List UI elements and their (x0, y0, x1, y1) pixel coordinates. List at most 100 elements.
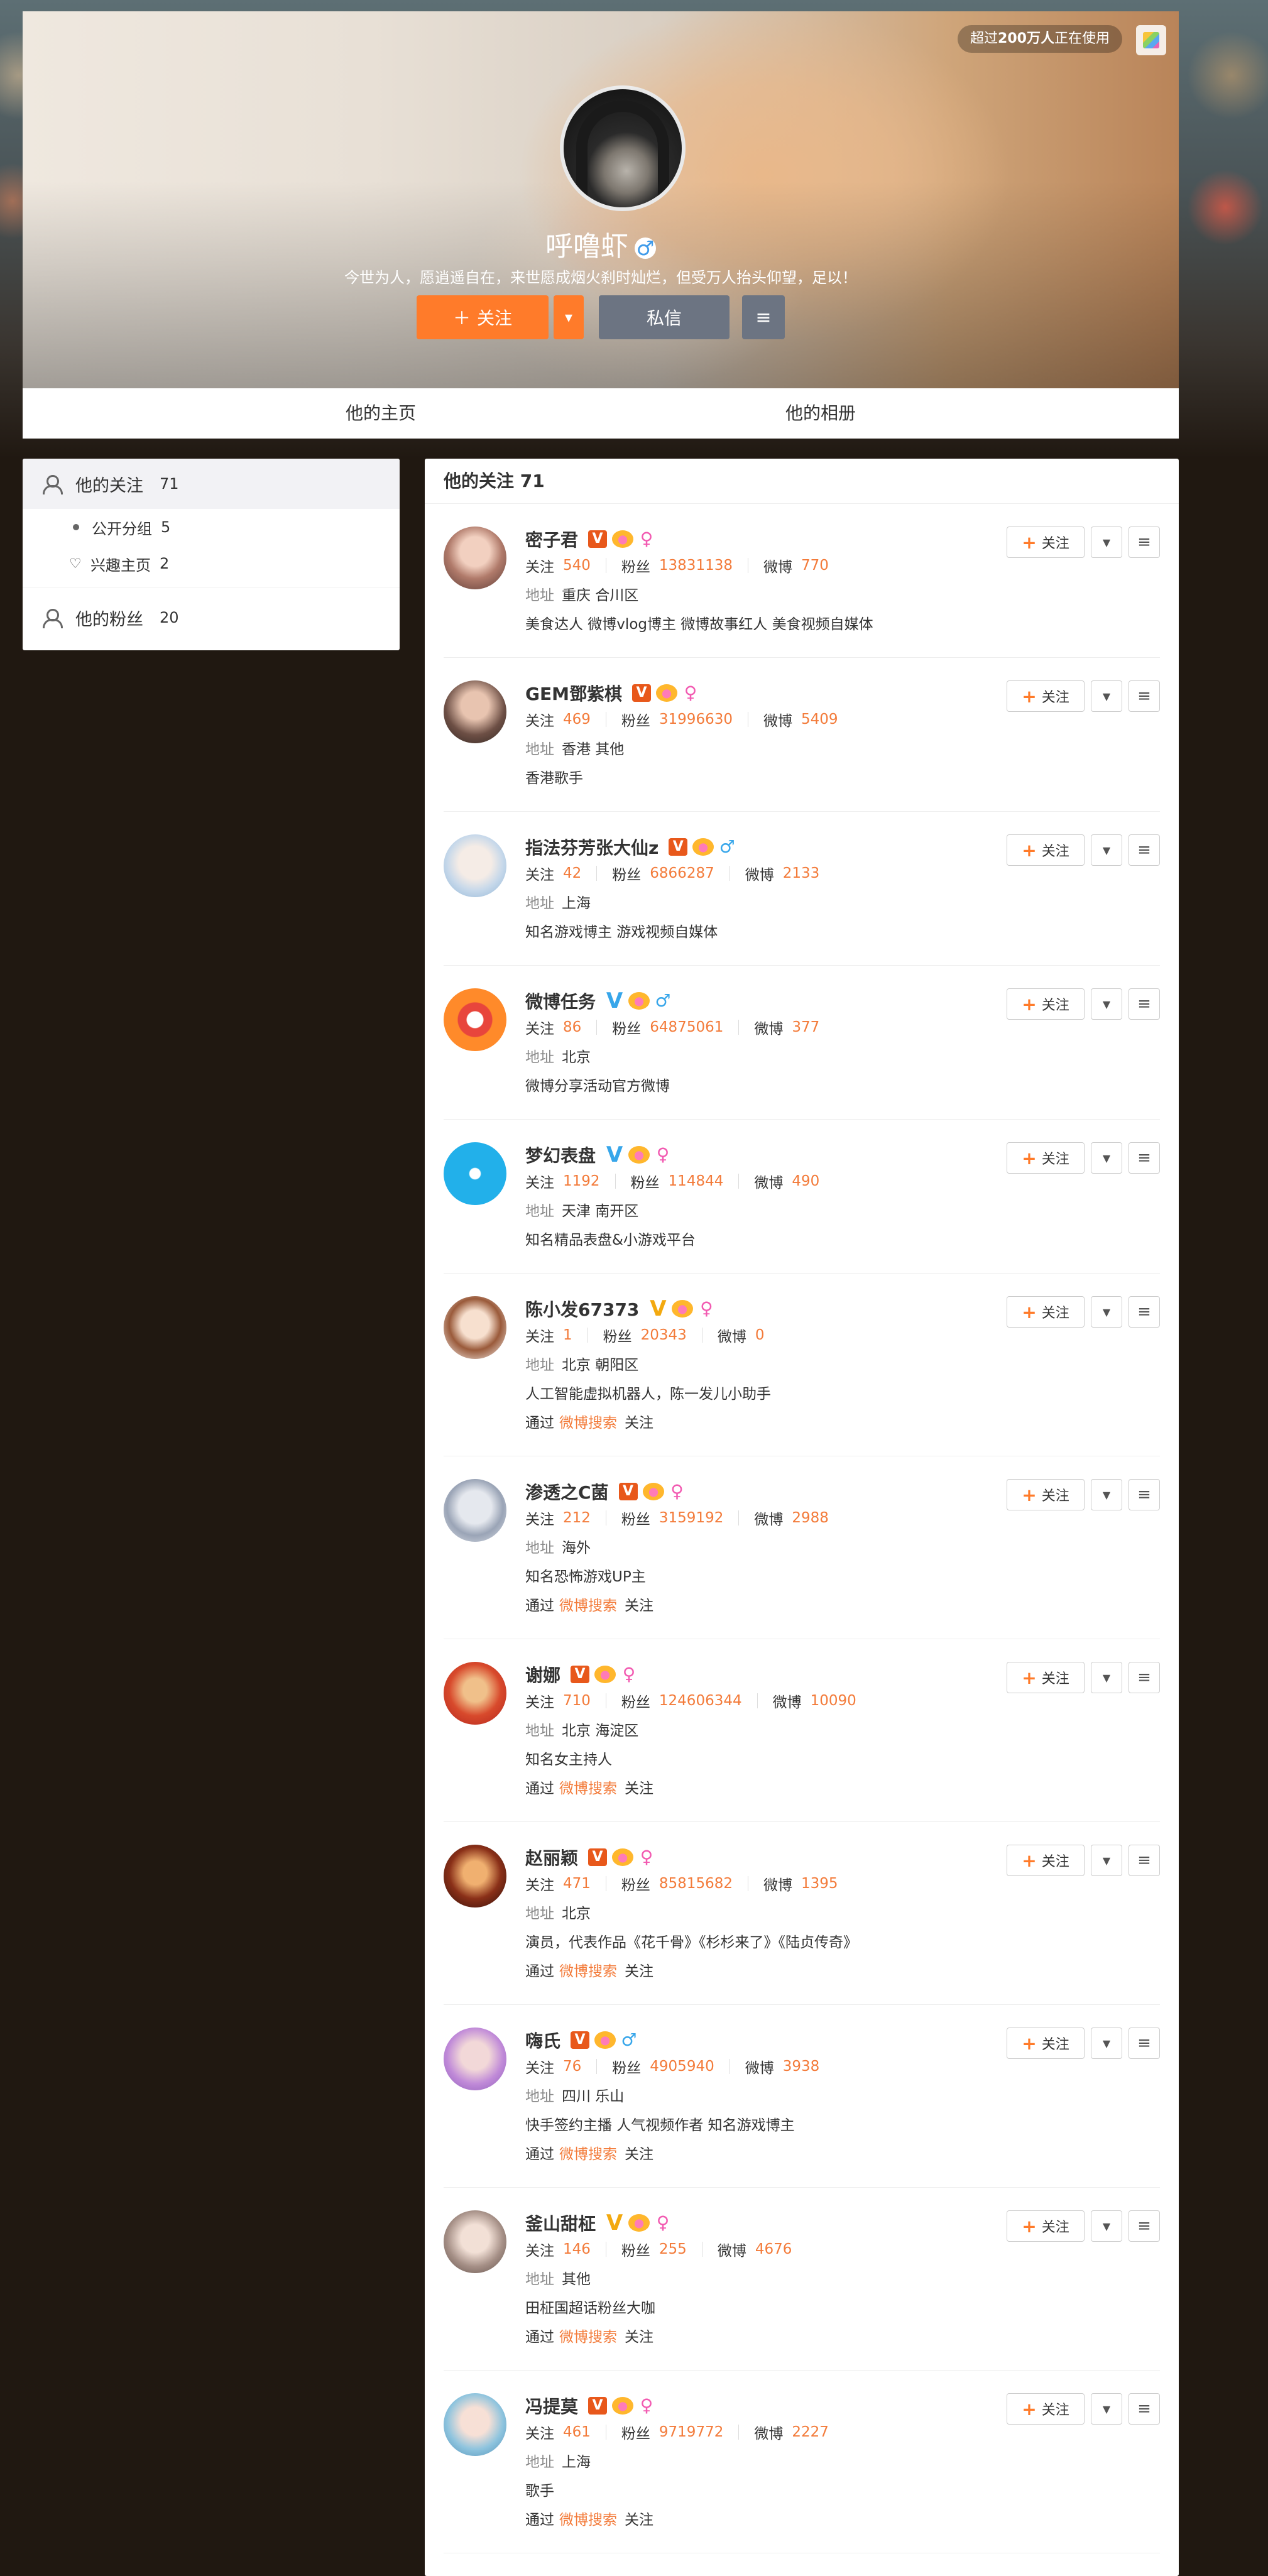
following-count[interactable]: 540 (563, 557, 591, 574)
more-button[interactable]: ≡ (1129, 1662, 1160, 1693)
follow-dropdown-button[interactable]: ▼ (1091, 1479, 1122, 1510)
fans-count[interactable]: 6866287 (650, 865, 714, 881)
follow-dropdown-button[interactable]: ▼ (1091, 2028, 1122, 2059)
more-button[interactable]: ≡ (1129, 988, 1160, 1020)
following-count[interactable]: 471 (563, 1875, 591, 1892)
via-link[interactable]: 微博搜索 (559, 2325, 617, 2346)
follow-dropdown-button[interactable]: ▼ (1091, 1845, 1122, 1876)
avatar[interactable] (444, 1662, 506, 1725)
follow-button[interactable]: + 关注 (1007, 680, 1085, 712)
avatar[interactable] (444, 1142, 506, 1205)
follow-button[interactable]: + 关注 (1007, 1296, 1085, 1328)
weibo-count[interactable]: 2988 (792, 1510, 829, 1526)
tab-album[interactable]: 他的相册 (601, 388, 1179, 439)
fans-count[interactable]: 20343 (641, 1327, 687, 1343)
more-button[interactable]: ≡ (1129, 527, 1160, 558)
more-button[interactable]: ≡ (1129, 1845, 1160, 1876)
user-name-link[interactable]: 密子君 (525, 527, 578, 552)
user-name-link[interactable]: 釜山甜柾 (525, 2210, 596, 2235)
usage-badge[interactable]: 超过200万人正在使用 (958, 25, 1122, 53)
following-count[interactable]: 146 (563, 2241, 591, 2257)
user-name-link[interactable]: 微博任务 (525, 988, 596, 1013)
weibo-count[interactable]: 377 (792, 1019, 819, 1035)
more-button[interactable]: ≡ (1129, 1296, 1160, 1328)
follow-dropdown-button[interactable]: ▼ (1091, 527, 1122, 558)
sidebar-item-fans[interactable]: 他的粉丝 20 (23, 592, 400, 643)
more-button[interactable]: ≡ (1129, 680, 1160, 712)
more-button[interactable]: ≡ (1129, 834, 1160, 866)
follow-button[interactable]: + 关注 (1007, 2028, 1085, 2059)
follow-dropdown-button[interactable]: ▼ (1091, 1662, 1122, 1693)
via-link[interactable]: 微博搜索 (559, 1411, 617, 1432)
via-link[interactable]: 微博搜索 (559, 2142, 617, 2163)
user-name-link[interactable]: 指法芬芳张大仙z (525, 834, 659, 860)
follow-button[interactable]: ＋关注 (417, 295, 549, 339)
message-button[interactable]: 私信 (599, 295, 730, 339)
fans-count[interactable]: 85815682 (659, 1875, 733, 1892)
user-name-link[interactable]: GEM鄧紫棋 (525, 680, 622, 706)
weibo-count[interactable]: 2227 (792, 2424, 829, 2440)
sidebar-item-following[interactable]: 他的关注 71 (23, 459, 400, 509)
follow-dropdown-button[interactable]: ▼ (1091, 680, 1122, 712)
tab-home[interactable]: 他的主页 (23, 388, 601, 439)
more-button[interactable]: ≡ (742, 295, 785, 339)
weibo-count[interactable]: 0 (755, 1327, 765, 1343)
follow-button[interactable]: + 关注 (1007, 527, 1085, 558)
user-name-link[interactable]: 赵丽颖 (525, 1845, 578, 1870)
weibo-count[interactable]: 490 (792, 1173, 819, 1189)
fans-count[interactable]: 3159192 (659, 1510, 723, 1526)
fans-count[interactable]: 124606344 (659, 1693, 742, 1709)
weibo-count[interactable]: 2133 (783, 865, 820, 881)
follow-button[interactable]: + 关注 (1007, 1142, 1085, 1174)
avatar[interactable] (444, 1296, 506, 1359)
follow-button[interactable]: + 关注 (1007, 988, 1085, 1020)
avatar[interactable] (444, 2393, 506, 2456)
user-name-link[interactable]: 梦幻表盘 (525, 1142, 596, 1167)
fans-count[interactable]: 4905940 (650, 2058, 714, 2075)
fans-count[interactable]: 114844 (669, 1173, 724, 1189)
follow-button[interactable]: + 关注 (1007, 834, 1085, 866)
user-name-link[interactable]: 嗨氏 (525, 2028, 560, 2053)
fans-count[interactable]: 31996630 (659, 711, 733, 728)
follow-button[interactable]: + 关注 (1007, 2393, 1085, 2425)
fans-count[interactable]: 64875061 (650, 1019, 723, 1035)
following-count[interactable]: 710 (563, 1693, 591, 1709)
user-name-link[interactable]: 陈小发67373 (525, 1296, 639, 1321)
follow-dropdown-button[interactable]: ▼ (1091, 1296, 1122, 1328)
user-name-link[interactable]: 冯提莫 (525, 2393, 578, 2418)
weibo-count[interactable]: 4676 (755, 2241, 792, 2257)
more-button[interactable]: ≡ (1129, 2028, 1160, 2059)
follow-dropdown-button[interactable]: ▼ (1091, 834, 1122, 866)
avatar[interactable] (444, 2210, 506, 2273)
weibo-count[interactable]: 5409 (801, 711, 838, 728)
weibo-count[interactable]: 770 (801, 557, 829, 574)
more-button[interactable]: ≡ (1129, 1142, 1160, 1174)
avatar[interactable] (444, 988, 506, 1051)
via-link[interactable]: 微博搜索 (559, 2508, 617, 2529)
sidebar-item-public-group[interactable]: 公开分组 5 (23, 509, 400, 545)
avatar[interactable] (444, 527, 506, 589)
weibo-count[interactable]: 10090 (811, 1693, 856, 1709)
follow-dropdown-button[interactable]: ▼ (1091, 2393, 1122, 2425)
profile-avatar[interactable] (560, 85, 686, 211)
follow-dropdown-button[interactable]: ▼ (1091, 988, 1122, 1020)
following-count[interactable]: 469 (563, 711, 591, 728)
follow-dropdown-button[interactable]: ▼ (1091, 2210, 1122, 2242)
avatar[interactable] (444, 680, 506, 743)
follow-button[interactable]: + 关注 (1007, 1662, 1085, 1693)
avatar[interactable] (444, 1479, 506, 1542)
avatar[interactable] (444, 2028, 506, 2090)
via-link[interactable]: 微博搜索 (559, 1593, 617, 1615)
user-name-link[interactable]: 谢娜 (525, 1662, 560, 1687)
more-button[interactable]: ≡ (1129, 2210, 1160, 2242)
follow-button[interactable]: + 关注 (1007, 2210, 1085, 2242)
fans-count[interactable]: 13831138 (659, 557, 733, 574)
weibo-count[interactable]: 3938 (783, 2058, 820, 2075)
follow-dropdown-button[interactable]: ▾ (554, 295, 584, 339)
fans-count[interactable]: 9719772 (659, 2424, 723, 2440)
more-button[interactable]: ≡ (1129, 2393, 1160, 2425)
follow-button[interactable]: + 关注 (1007, 1479, 1085, 1510)
following-count[interactable]: 42 (563, 865, 581, 881)
via-link[interactable]: 微博搜索 (559, 1959, 617, 1980)
more-button[interactable]: ≡ (1129, 1479, 1160, 1510)
